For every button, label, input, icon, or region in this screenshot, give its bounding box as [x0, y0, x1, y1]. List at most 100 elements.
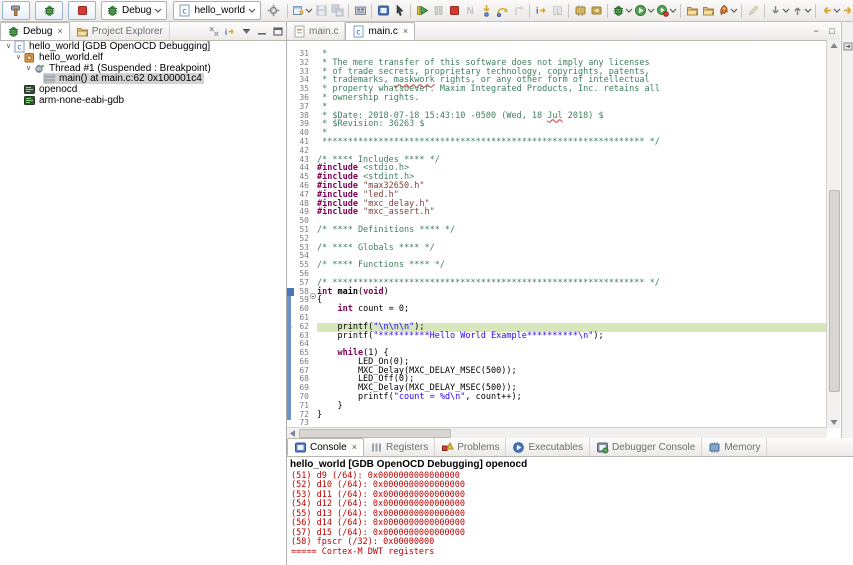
gear-icon[interactable]: [267, 4, 280, 17]
annotation-margin: [287, 244, 294, 253]
debug-tree-row[interactable]: arm-none-eabi-gdb: [0, 95, 286, 106]
console-tab-debugger-console[interactable]: Debugger Console: [590, 438, 702, 456]
editor-horizontal-scrollbar[interactable]: [287, 427, 827, 438]
open-folder-icon[interactable]: [700, 2, 716, 20]
new-wizard-icon[interactable]: [291, 2, 313, 20]
stop-button[interactable]: [68, 1, 96, 20]
code-text: int count = 0;: [317, 305, 827, 314]
bug-icon[interactable]: [611, 2, 633, 20]
prev-annotation-icon[interactable]: [790, 2, 812, 20]
tree-item-label: arm-none-eabi-gdb: [37, 95, 126, 106]
tab-debug[interactable]: Debug ×: [0, 22, 70, 40]
restart-icon[interactable]: i: [224, 25, 236, 37]
forward-icon[interactable]: [841, 2, 853, 20]
code-editor[interactable]: 31 *32 * The mere transfer of this softw…: [287, 40, 827, 428]
external-tools-icon[interactable]: [716, 2, 738, 20]
close-icon[interactable]: ×: [352, 442, 357, 452]
code-text: printf("count = %d\n", count++);: [317, 393, 827, 402]
open-folder-icon[interactable]: [684, 2, 700, 20]
code-line-36: 36 * ownership rights.: [287, 94, 827, 103]
profile-icon[interactable]: [655, 2, 677, 20]
scrollbar-thumb[interactable]: [299, 429, 451, 438]
annotation-margin: [287, 129, 294, 138]
step-into-icon[interactable]: [478, 2, 494, 20]
maximize-icon[interactable]: [272, 25, 284, 37]
annotation-margin: [287, 252, 294, 261]
console-tab-memory[interactable]: Memory: [702, 438, 767, 456]
tree-expander-icon[interactable]: ∨: [4, 42, 13, 50]
debug-config-value: Debug: [122, 5, 151, 16]
editor-vertical-scrollbar[interactable]: [826, 40, 840, 428]
restore-view-icon[interactable]: [843, 42, 853, 52]
tree-item-label: hello_world.elf: [37, 52, 105, 63]
tree-item-label: main() at main.c:62 0x100001c4: [57, 73, 204, 84]
console-tab-registers[interactable]: Registers: [364, 438, 435, 456]
annotation-margin: [287, 173, 294, 182]
resume-icon[interactable]: [414, 2, 430, 20]
project-combo[interactable]: c hello_world: [173, 1, 261, 20]
step-over-icon[interactable]: [494, 2, 510, 20]
close-icon[interactable]: ×: [57, 26, 62, 36]
close-icon[interactable]: ×: [403, 26, 408, 36]
back-icon[interactable]: [819, 2, 841, 20]
folder-icon: [76, 25, 89, 38]
scroll-left-icon[interactable]: [287, 428, 298, 438]
debug-tree-row[interactable]: ∨chello_world [GDB OpenOCD Debugging]: [0, 41, 286, 52]
editor-tab-main-c-1[interactable]: main.c: [287, 22, 345, 40]
console-output[interactable]: (51) d9 (/64): 0x0000000000000000(52) d1…: [287, 472, 853, 557]
annotation-margin: [287, 226, 294, 235]
debug-tree-row[interactable]: openocd: [0, 84, 286, 95]
run-icon[interactable]: [633, 2, 655, 20]
toolbar-separator: [741, 4, 742, 18]
minimize-icon[interactable]: −: [810, 25, 822, 37]
build-icon[interactable]: [352, 2, 368, 20]
annotation-margin: [287, 208, 294, 217]
maximize-icon[interactable]: □: [826, 25, 838, 37]
view-menu-icon[interactable]: [240, 25, 252, 37]
code-line-51: 51/* **** Definitions **** */: [287, 226, 827, 235]
scrollbar-thumb[interactable]: [829, 190, 840, 392]
annotation-margin: [287, 68, 294, 77]
suspend-icon: [430, 2, 446, 20]
code-text: * ownership rights.: [317, 94, 827, 103]
debug-config-combo[interactable]: Debug: [101, 1, 167, 20]
console-tab-label: Executables: [528, 442, 582, 453]
last-edit-icon: [745, 2, 761, 20]
tree-item-label: Thread #1 (Suspended : Breakpoint): [47, 63, 213, 74]
code-text: /* *************************************…: [317, 279, 827, 288]
build-button[interactable]: [2, 1, 30, 20]
debug-launch-button[interactable]: [35, 1, 63, 20]
console-tab-executables[interactable]: Executables: [506, 438, 589, 456]
tab-project-explorer-label: Project Explorer: [92, 26, 163, 37]
console-blue-icon[interactable]: [375, 2, 391, 20]
panel-divider[interactable]: [286, 22, 287, 565]
tree-expander-icon[interactable]: ∨: [24, 64, 33, 72]
restart-icon[interactable]: i: [533, 2, 549, 20]
code-text: /* **** Globals **** */: [317, 244, 827, 253]
tree-expander-icon[interactable]: ∨: [14, 53, 23, 61]
cursor-icon[interactable]: [391, 2, 407, 20]
instr-step-icon: i: [549, 2, 565, 20]
toolbar-separator: [287, 4, 288, 18]
annotation-margin: [287, 261, 294, 270]
console-line: ===== Cortex-M DWT registers: [291, 548, 853, 557]
scroll-up-icon[interactable]: [827, 40, 840, 51]
tab-project-explorer[interactable]: Project Explorer: [70, 22, 170, 40]
console-tab-problems[interactable]: Problems: [435, 438, 506, 456]
next-annotation-icon[interactable]: [768, 2, 790, 20]
editor-tab-main-c-2[interactable]: c main.c ×: [345, 22, 415, 40]
annotation-margin: [287, 156, 294, 165]
console-tab-console[interactable]: Console×: [287, 438, 364, 456]
reset2-icon[interactable]: [588, 2, 604, 20]
debug-tree-row[interactable]: main() at main.c:62 0x100001c4: [0, 73, 286, 84]
code-line-58: 58int main(void): [287, 288, 827, 297]
reset-icon[interactable]: [572, 2, 588, 20]
scroll-down-icon[interactable]: [827, 417, 840, 428]
remove-terminated-icon[interactable]: [208, 25, 220, 37]
terminate-icon[interactable]: [446, 2, 462, 20]
minimize-icon[interactable]: [256, 25, 268, 37]
code-text: printf("**********Hello World Example***…: [317, 332, 827, 341]
console-tabbar: Console×RegistersProblems Executables Debu…: [287, 438, 853, 457]
svg-text:c: c: [356, 27, 361, 36]
c-file-icon: c: [352, 25, 365, 38]
